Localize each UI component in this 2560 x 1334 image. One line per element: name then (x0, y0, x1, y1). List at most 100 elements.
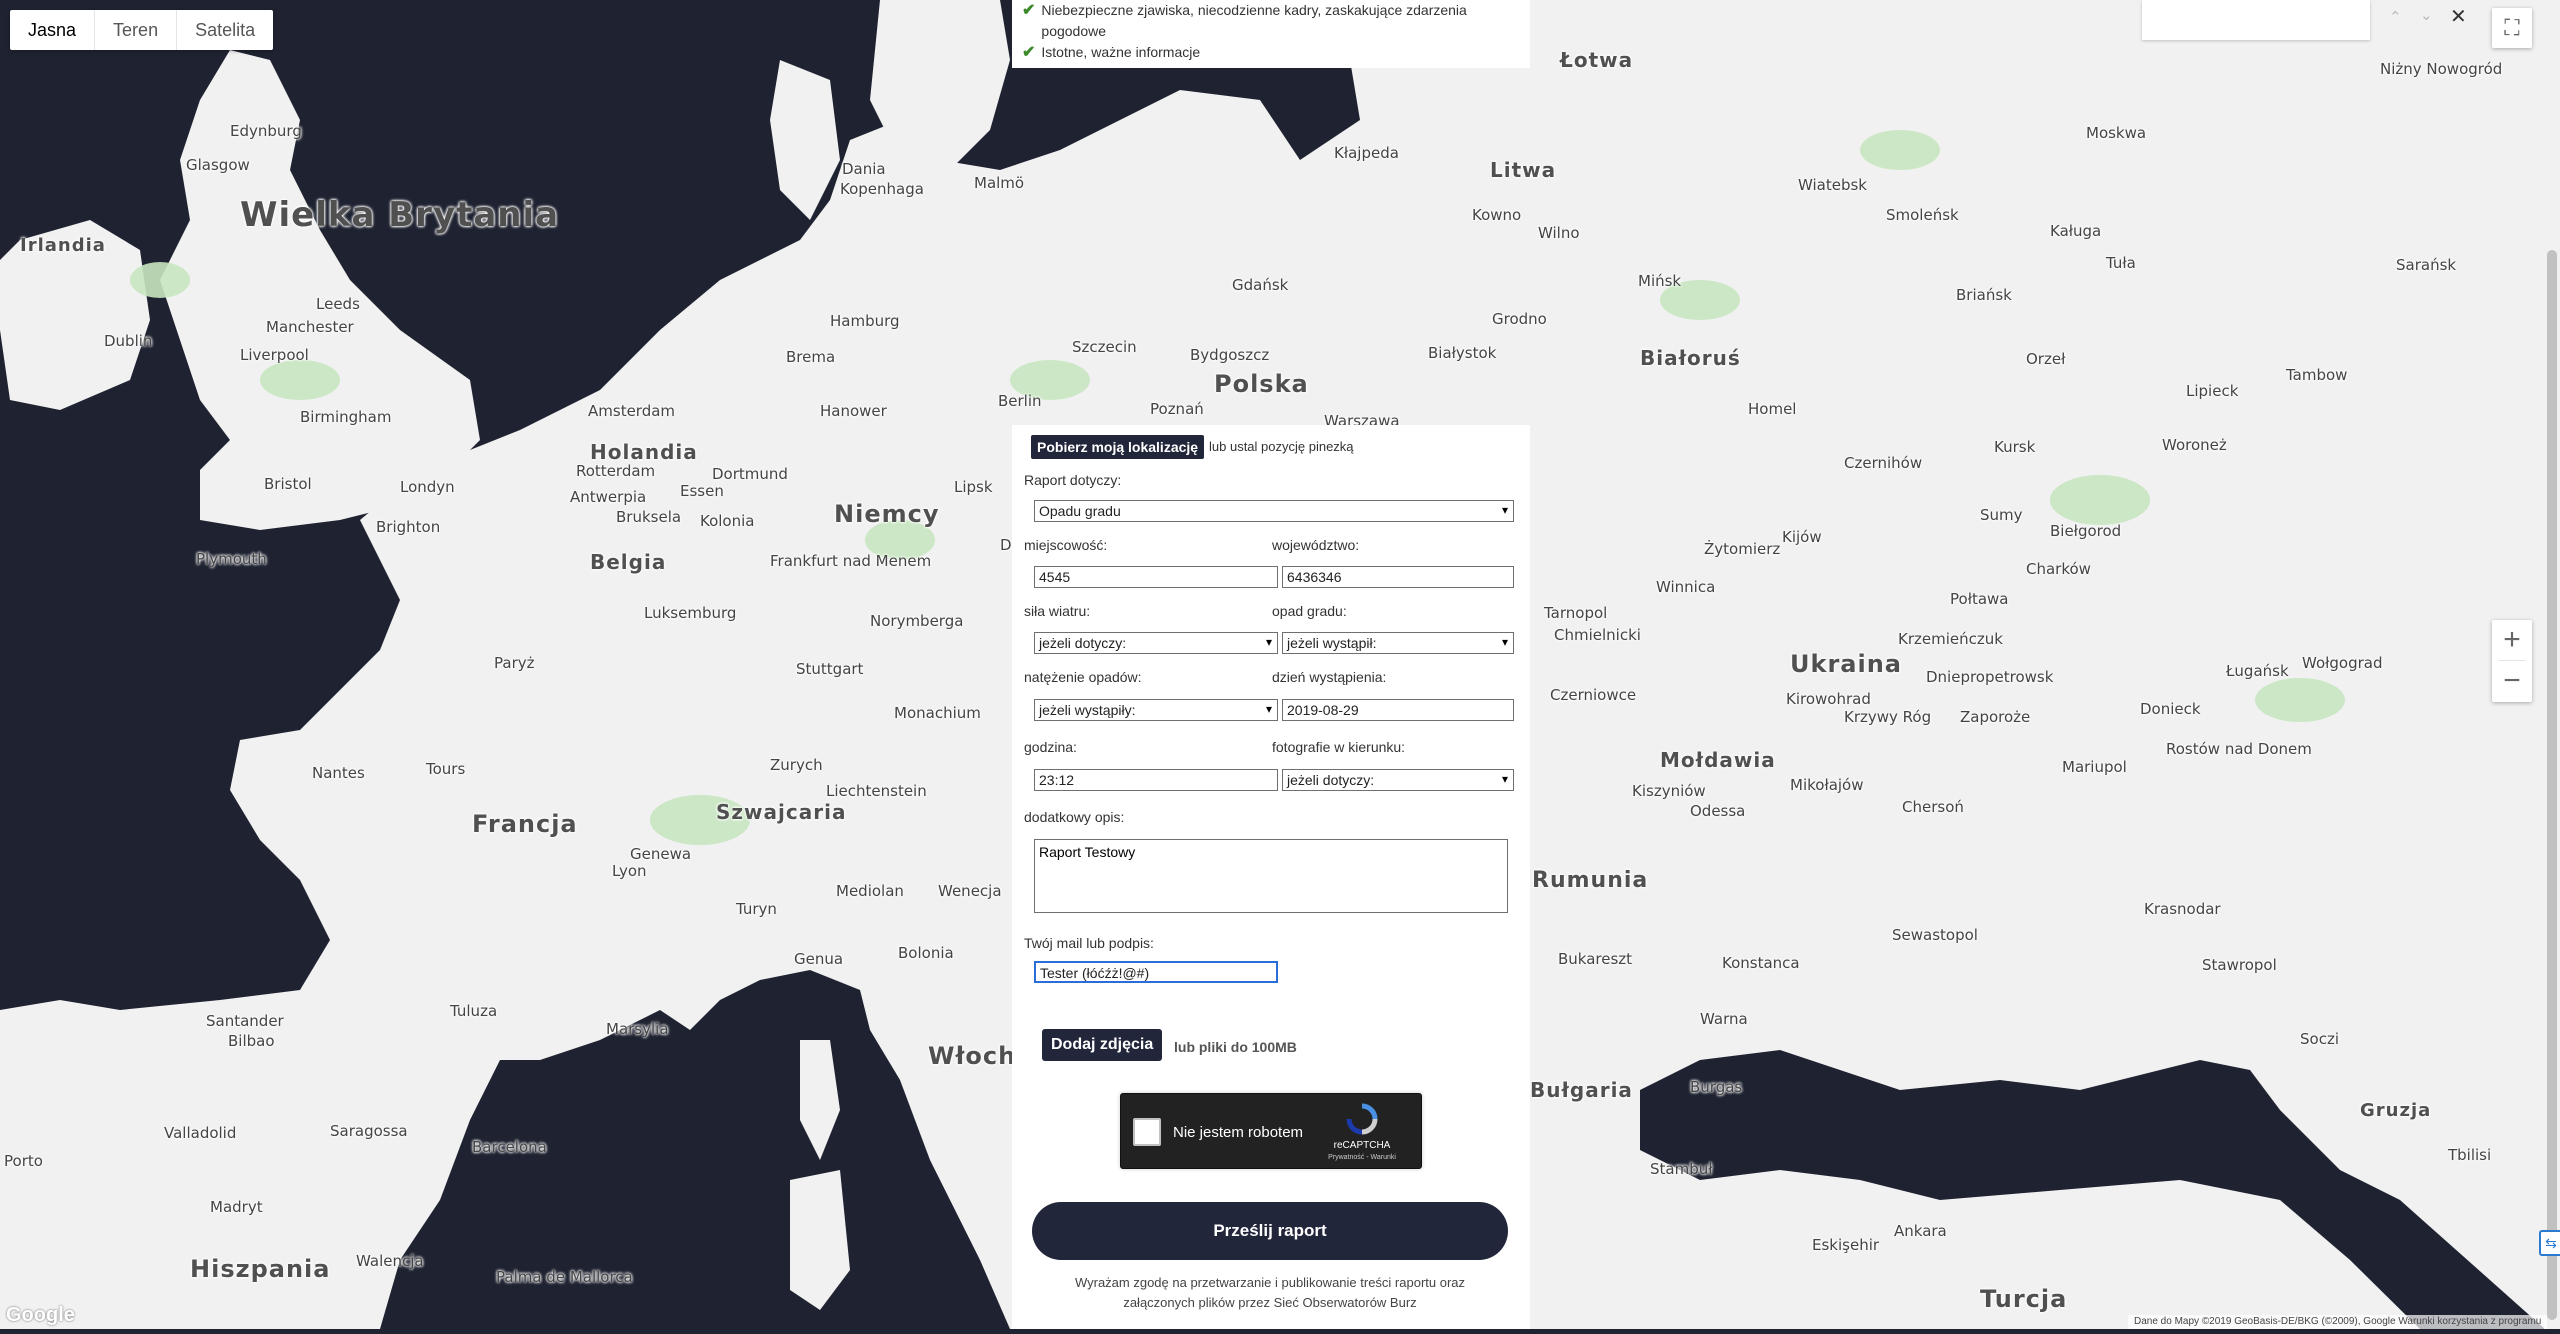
label-city: Orzeł (2026, 350, 2066, 368)
label-city: Tuła (2106, 254, 2136, 272)
label-city: Kirowohrad (1786, 690, 1871, 708)
label-city: Warna (1700, 1010, 1748, 1028)
label-city: Berlin (998, 392, 1042, 410)
recaptcha-checkbox[interactable] (1133, 1118, 1161, 1146)
wind-select[interactable]: jeżeli dotyczy: (1034, 632, 1278, 654)
page-scrollbar[interactable] (2544, 0, 2560, 1329)
report-label: Raport dotyczy: (1024, 472, 1122, 488)
date-input[interactable]: 2019-08-29 (1282, 699, 1514, 721)
map-type-terrain[interactable]: Teren (95, 10, 178, 50)
zoom-in-button[interactable]: + (2492, 620, 2532, 660)
add-photos-hint: lub pliki do 100MB (1174, 1039, 1297, 1055)
fullscreen-button[interactable]: ⛶ (2492, 8, 2532, 48)
label-city: Konstanca (1722, 954, 1800, 972)
category-label: Niebezpieczne zjawiska, niecodzienne kad… (1041, 2, 1467, 39)
label-city: Zurych (770, 756, 823, 774)
label-city: Lipsk (954, 478, 993, 496)
zoom-out-button[interactable]: − (2492, 661, 2532, 701)
label-city: Liverpool (240, 346, 309, 364)
label-city: Odessa (1690, 802, 1746, 820)
label-city: Malmö (974, 174, 1025, 192)
label-city: Wilno (1538, 224, 1580, 242)
label-city: Krzemieńczuk (1898, 630, 2003, 648)
label-city: Ługańsk (2226, 662, 2289, 680)
label-country: Mołdawia (1660, 748, 1776, 772)
label-city: Kiszyniów (1632, 782, 1706, 800)
recaptcha-links[interactable]: Prywatność - Warunki (1317, 1154, 1407, 1161)
wind-label: siła wiatru: (1024, 603, 1091, 619)
label-city: Rotterdam (576, 462, 656, 480)
submit-report-button[interactable]: Prześlij raport (1032, 1202, 1508, 1260)
map-attribution[interactable]: Dane do Mapy ©2019 GeoBasis-DE/BKG (©200… (2128, 1315, 2548, 1329)
report-select[interactable]: Opadu gradu (1034, 500, 1514, 522)
label-city: Madryt (210, 1198, 263, 1216)
label-city: Saragossa (330, 1122, 408, 1140)
label-city: Woroneż (2162, 436, 2227, 454)
label-city: Chmielnicki (1554, 626, 1641, 644)
label-city: Brighton (376, 518, 441, 536)
label-city: Kaługa (2050, 222, 2102, 240)
scrollbar-thumb[interactable] (2547, 250, 2557, 1320)
label-city: Biełgorod (2050, 522, 2122, 540)
hail-select[interactable]: jeżeli wystąpił: (1282, 632, 1514, 654)
city-input[interactable]: 4545 (1034, 566, 1278, 588)
label-city: Mariupol (2062, 758, 2127, 776)
add-photos-button[interactable]: Dodaj zdjęcia (1042, 1029, 1163, 1061)
label-country: Turcja (1980, 1285, 2068, 1313)
label-city: Żytomierz (1704, 540, 1781, 558)
label-city: Wenecja (938, 882, 1002, 900)
get-location-button[interactable]: Pobierz moją lokalizację (1031, 435, 1205, 459)
report-form: Pobierz moją lokalizację lub ustal pozyc… (1012, 425, 1530, 1329)
region-label: województwo: (1272, 537, 1360, 553)
label-city: Kowno (1472, 206, 1522, 224)
chevron-up-icon[interactable]: ⌃ (2389, 8, 2402, 26)
label-city: Kijów (1782, 528, 1822, 546)
label-city: Genewa (630, 845, 692, 863)
label-city: Palma de Mallorca (496, 1268, 633, 1286)
map-type-control: Jasna Teren Satelita (10, 10, 274, 50)
label-country: Gruzja (2360, 1100, 2432, 1121)
category-item[interactable]: ✔ Istotne, ważne informacje (1022, 42, 1492, 63)
label-city: Paryż (494, 654, 535, 672)
recaptcha-icon (1346, 1103, 1378, 1135)
mail-label: Twój mail lub podpis: (1024, 935, 1154, 951)
label-city: Hanower (820, 402, 887, 420)
label-city: Szczecin (1072, 338, 1137, 356)
label-city: Lyon (612, 862, 647, 880)
label-city: Wołgograd (2302, 654, 2383, 672)
region-input[interactable]: 6436346 (1282, 566, 1514, 588)
label-city: Czernihów (1844, 454, 1923, 472)
label-city: Gdańsk (1232, 276, 1289, 294)
close-icon[interactable]: ✕ (2450, 4, 2467, 29)
label-city: Edynburg (230, 122, 302, 140)
mail-input[interactable]: Tester (łóćźż!@#) (1034, 961, 1278, 983)
chevron-down-icon[interactable]: ⌄ (2420, 6, 2433, 24)
time-input[interactable]: 23:12 (1034, 769, 1278, 791)
info-window (2142, 0, 2370, 40)
label-city: Nantes (312, 764, 365, 782)
label-city: Burgas (1690, 1078, 1743, 1096)
feedback-icon[interactable]: ⇆ (2539, 1230, 2560, 1256)
label-city: Briańsk (1956, 286, 2012, 304)
label-city: Dniepropetrowsk (1926, 668, 2054, 686)
time-label: godzina: (1024, 739, 1077, 755)
label-city: Soczi (2300, 1030, 2339, 1048)
label-city: Kłajpeda (1334, 144, 1399, 162)
google-logo: Google (6, 1304, 75, 1326)
precip-select[interactable]: jeżeli wystąpiły: (1034, 699, 1278, 721)
label-city: Białystok (1428, 344, 1497, 362)
label-city: Wiatebsk (1798, 176, 1867, 194)
map-type-light[interactable]: Jasna (10, 10, 96, 50)
label-city: Bolonia (898, 944, 954, 962)
label-city: Glasgow (186, 156, 250, 174)
category-item[interactable]: ✔ Niebezpieczne zjawiska, niecodzienne k… (1022, 0, 1492, 42)
label-country: Litwa (1490, 158, 1557, 182)
desc-textarea[interactable]: Raport Testowy (1034, 839, 1508, 913)
label-city: Manchester (266, 318, 354, 336)
map-type-satellite[interactable]: Satelita (177, 10, 273, 50)
label-country: Ukraina (1790, 650, 1902, 678)
check-icon: ✔ (1022, 44, 1036, 61)
label-city: Bruksela (616, 508, 682, 526)
label-city: Poznań (1150, 400, 1204, 418)
photo-dir-select[interactable]: jeżeli dotyczy: (1282, 769, 1514, 791)
